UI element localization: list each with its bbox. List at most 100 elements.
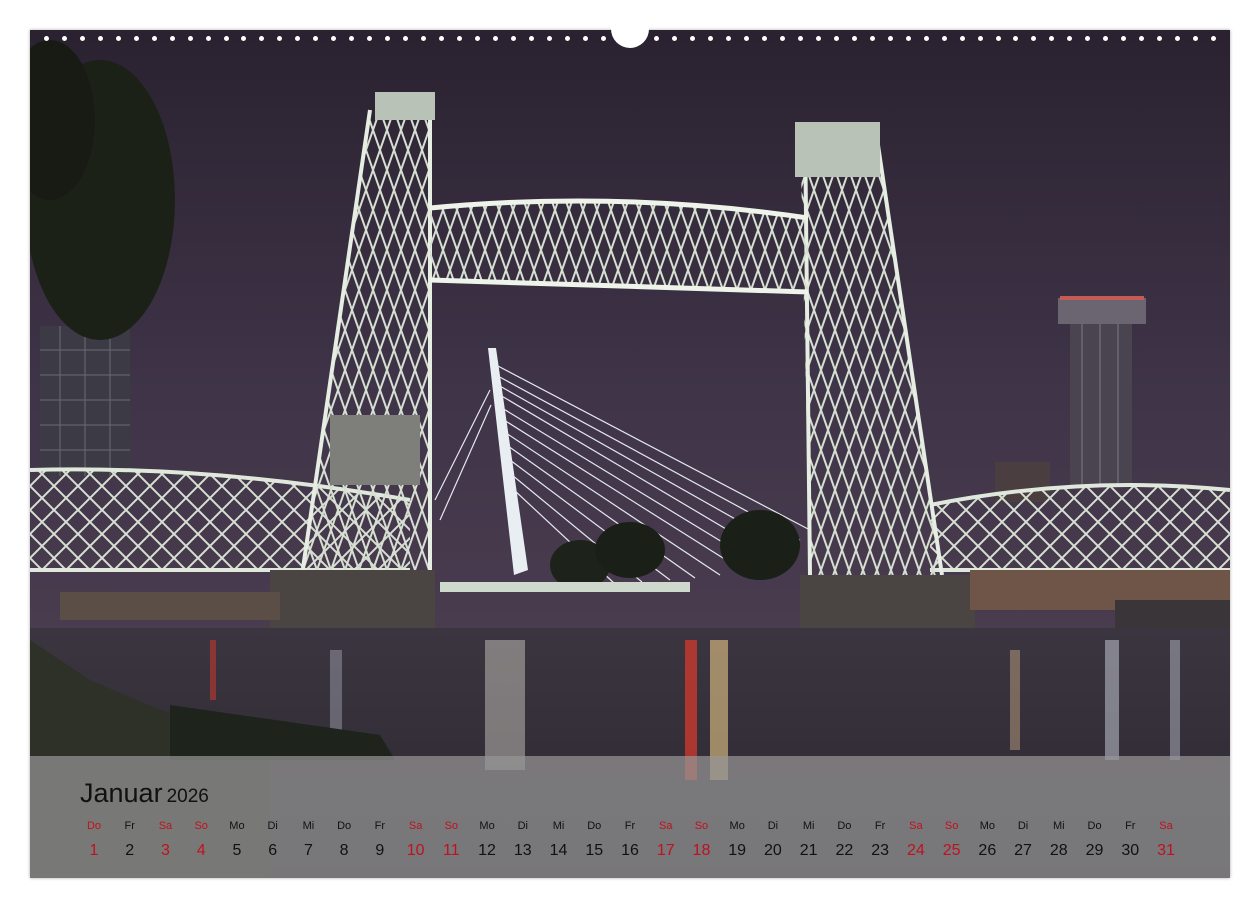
day-number: 29 <box>1085 842 1104 859</box>
month-title: Januar 2026 <box>80 778 209 809</box>
day-cell: Mi 21 <box>791 820 827 861</box>
day-number: 24 <box>906 842 925 859</box>
day-number: 25 <box>942 842 961 859</box>
day-cell: Di 20 <box>755 820 791 861</box>
day-number: 23 <box>871 842 890 859</box>
weekday-label: Di <box>517 820 528 832</box>
day-number: 3 <box>161 842 170 859</box>
weekday-label: Do <box>337 820 352 832</box>
weekday-label: Do <box>837 820 852 832</box>
day-number: 14 <box>549 842 568 859</box>
weekday-label: So <box>444 820 459 832</box>
weekday-label: Do <box>587 820 602 832</box>
day-cell: Do 1 <box>76 820 112 861</box>
weekday-label: So <box>694 820 709 832</box>
day-number: 10 <box>406 842 425 859</box>
day-cell: Do 22 <box>826 820 862 861</box>
day-number: 26 <box>978 842 997 859</box>
year-label: 2026 <box>166 786 209 807</box>
day-cell: Do 29 <box>1077 820 1113 861</box>
day-number: 19 <box>728 842 747 859</box>
calendar-page <box>30 30 1230 878</box>
weekday-label: Sa <box>658 820 673 832</box>
day-number: 5 <box>232 842 242 859</box>
weekday-label: Mi <box>1052 820 1065 832</box>
day-cell: So 25 <box>934 820 970 861</box>
weekday-label: Di <box>1017 820 1029 832</box>
day-cell: Fr 9 <box>362 820 398 861</box>
weekday-label: So <box>944 820 959 832</box>
weekday-label: Fr <box>874 820 886 832</box>
day-cell: Sa 10 <box>398 820 434 861</box>
day-cell: Sa 3 <box>147 820 183 861</box>
left-tower-building <box>40 326 130 476</box>
day-number: 21 <box>799 842 818 859</box>
day-cell: Mi 28 <box>1041 820 1077 861</box>
weekday-label: Mo <box>229 820 245 832</box>
day-cell: Sa 31 <box>1148 820 1184 861</box>
day-number: 7 <box>303 842 313 859</box>
day-number: 12 <box>478 842 496 859</box>
weekday-label: Fr <box>624 820 636 832</box>
day-number: 28 <box>1049 842 1068 859</box>
weekday-label: Sa <box>408 820 423 832</box>
day-cell: Fr 16 <box>612 820 648 861</box>
weekday-label: So <box>194 820 208 832</box>
weekday-label: Do <box>1087 820 1102 832</box>
weekday-label: Mi <box>552 820 565 832</box>
day-number: 20 <box>764 842 782 859</box>
day-number: 1 <box>89 842 99 859</box>
weekday-label: Mo <box>729 820 745 832</box>
right-truss-span <box>929 483 1230 572</box>
weekday-label: Di <box>267 820 278 832</box>
day-cell: Mo 26 <box>969 820 1005 861</box>
day-number: 18 <box>692 842 711 859</box>
day-cell: So 18 <box>683 820 719 861</box>
month-name: Januar <box>80 778 163 808</box>
weekday-label: Fr <box>1125 820 1136 832</box>
day-cell: Sa 17 <box>648 820 684 861</box>
weekday-label: Sa <box>909 820 923 832</box>
day-cell: Sa 24 <box>898 820 934 861</box>
day-cell: Di 6 <box>255 820 291 861</box>
weekday-label: Mo <box>479 820 495 832</box>
day-cell: Do 8 <box>326 820 362 861</box>
weekday-label: Fr <box>374 820 386 832</box>
day-cell: Di 27 <box>1005 820 1041 861</box>
day-number: 30 <box>1121 842 1140 859</box>
day-number: 13 <box>513 842 532 859</box>
day-number: 9 <box>375 842 385 859</box>
day-cell: Mo 19 <box>719 820 755 861</box>
bridge-photo <box>30 30 1230 878</box>
weekday-label: Mo <box>979 820 995 832</box>
day-number: 4 <box>196 842 206 859</box>
weekday-label: Di <box>767 820 779 832</box>
day-number: 16 <box>621 842 639 859</box>
day-cell: Mo 12 <box>469 820 505 861</box>
weekday-label: Mi <box>302 820 315 832</box>
day-number: 15 <box>585 842 604 859</box>
day-cell: So 4 <box>183 820 219 861</box>
day-number: 11 <box>443 842 460 859</box>
day-number: 2 <box>125 842 135 859</box>
weekday-label: Sa <box>158 820 173 832</box>
weekday-label: Mi <box>802 820 815 832</box>
day-cell: Mo 5 <box>219 820 255 861</box>
day-number: 17 <box>656 842 675 859</box>
day-cell: Do 15 <box>576 820 612 861</box>
weekday-label: Do <box>86 820 102 832</box>
day-number: 8 <box>339 842 349 859</box>
day-number: 6 <box>268 842 278 859</box>
day-number: 31 <box>1157 842 1175 859</box>
weekday-label: Fr <box>124 820 135 832</box>
day-cell: So 11 <box>433 820 469 861</box>
day-cell: Mi 14 <box>541 820 577 861</box>
day-cell: Di 13 <box>505 820 541 861</box>
day-cell: Mi 7 <box>290 820 326 861</box>
day-number: 27 <box>1014 842 1032 859</box>
day-cell: Fr 23 <box>862 820 898 861</box>
day-cell: Fr 2 <box>112 820 148 861</box>
day-cell: Fr 30 <box>1112 820 1148 861</box>
weekday-label: Sa <box>1159 820 1173 832</box>
day-number: 22 <box>835 842 854 859</box>
